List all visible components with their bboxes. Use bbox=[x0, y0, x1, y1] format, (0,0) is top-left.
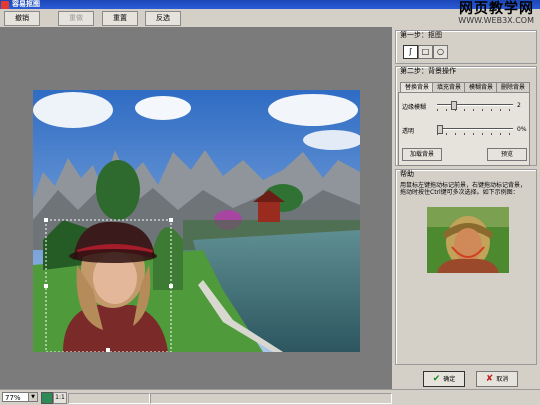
canvas-area[interactable] bbox=[0, 27, 392, 389]
help-title: 帮助 bbox=[400, 170, 414, 178]
background-tabs: 替换背景 填充背景 模糊背景 删除背景 bbox=[400, 82, 530, 93]
status-panel bbox=[68, 393, 150, 404]
watermark-line1: 网页教学网 bbox=[459, 1, 534, 17]
edge-blur-slider[interactable] bbox=[437, 101, 513, 111]
preview-button[interactable]: 预览 bbox=[487, 148, 527, 161]
status-bar: 77% ▼ 1:1 bbox=[0, 389, 540, 405]
photo-canvas[interactable] bbox=[33, 90, 360, 352]
opacity-value: 0% bbox=[517, 126, 527, 133]
freehand-tool-icon[interactable]: ʃ bbox=[403, 45, 418, 59]
load-background-button[interactable]: 加载背景 bbox=[402, 148, 442, 161]
ellipse-tool-icon[interactable]: ○ bbox=[433, 45, 448, 59]
ok-label: 确定 bbox=[443, 376, 456, 383]
example-image bbox=[427, 207, 509, 273]
reset-button[interactable]: 重置 bbox=[102, 11, 138, 26]
opacity-label: 透明 bbox=[402, 128, 415, 135]
fit-window-icon[interactable] bbox=[41, 392, 53, 404]
redo-button[interactable]: 重做 bbox=[58, 11, 94, 26]
undo-button[interactable]: 撤销 bbox=[4, 11, 40, 26]
edge-blur-label: 边缘模糊 bbox=[402, 104, 427, 111]
toolbar: 撤销 重做 重置 反选 bbox=[0, 9, 392, 28]
edge-blur-value: 2 bbox=[517, 102, 521, 109]
cross-icon: ✘ bbox=[485, 374, 494, 384]
invert-selection-button[interactable]: 反选 bbox=[145, 11, 181, 26]
step1-group: 第一步：抠图 ʃ □ ○ bbox=[395, 30, 537, 64]
ok-button[interactable]: ✔ 确定 bbox=[423, 371, 465, 387]
chevron-down-icon[interactable]: ▼ bbox=[28, 393, 37, 401]
actual-size-button[interactable]: 1:1 bbox=[53, 392, 67, 404]
site-watermark: 网页教学网 WWW.WEB3X.COM bbox=[458, 2, 534, 26]
watermark-line2: WWW.WEB3X.COM bbox=[458, 16, 534, 25]
cancel-button[interactable]: ✘ 取消 bbox=[476, 371, 518, 387]
zoom-select[interactable]: 77% ▼ bbox=[2, 392, 38, 402]
zoom-value: 77% bbox=[5, 394, 21, 402]
step2-title: 第二步：背景操作 bbox=[400, 67, 456, 75]
window-title: 容易抠图 bbox=[12, 0, 40, 8]
app-logo-icon bbox=[1, 0, 9, 9]
status-panel bbox=[150, 393, 392, 404]
checkmark-icon: ✔ bbox=[432, 374, 441, 384]
tab-body: 边缘模糊 2 透明 0% 加载背景 预览 bbox=[398, 92, 530, 166]
right-panel: 第一步：抠图 ʃ □ ○ 第二步：背景操作 替换背景 填充背景 模糊背景 删除背… bbox=[392, 27, 540, 389]
help-text: 用鼠标左键拖动标记前景，右键拖动标记背景，拖动时按住Ctrl键可多次选择。如下示… bbox=[400, 182, 527, 196]
opacity-slider[interactable] bbox=[437, 125, 513, 135]
rectangle-tool-icon[interactable]: □ bbox=[418, 45, 433, 59]
step1-title: 第一步：抠图 bbox=[400, 31, 442, 39]
cancel-label: 取消 bbox=[496, 376, 509, 383]
